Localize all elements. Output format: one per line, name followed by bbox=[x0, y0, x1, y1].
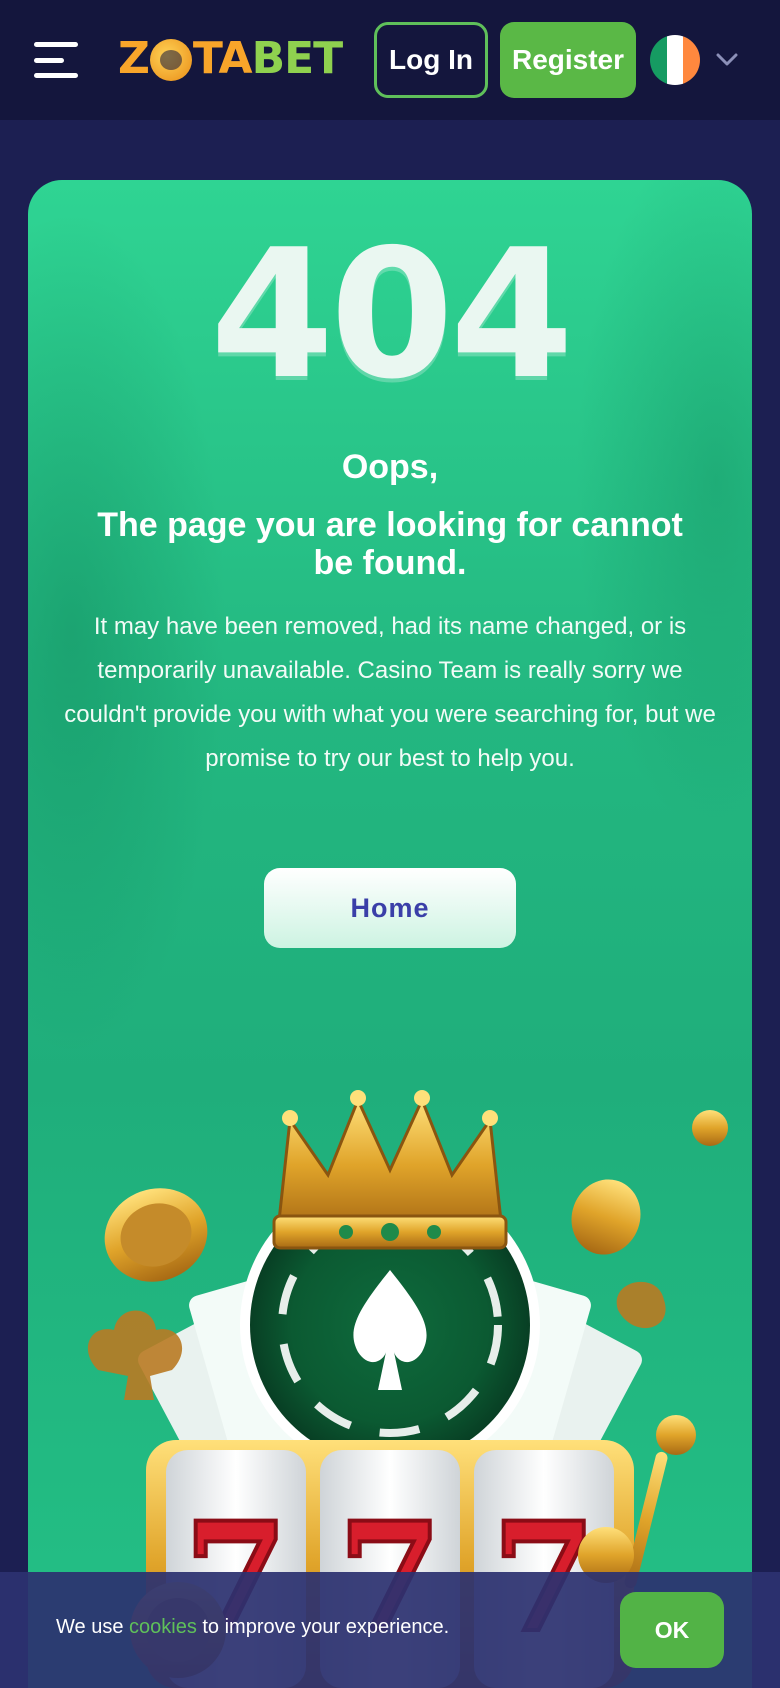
cookie-ok-button[interactable]: OK bbox=[620, 1592, 724, 1668]
ireland-flag-icon bbox=[650, 35, 700, 85]
register-button[interactable]: Register bbox=[500, 22, 636, 98]
error-code: 404 bbox=[210, 211, 574, 418]
cookies-link[interactable]: cookies bbox=[129, 1616, 197, 1638]
site-header: Z TA BET Log In Register bbox=[0, 0, 780, 120]
logo-coin-icon bbox=[149, 39, 192, 81]
error-headline: The page you are looking for cannot be f… bbox=[97, 506, 683, 582]
oops-heading: Oops, bbox=[341, 448, 439, 486]
cookie-text: We use cookies to improve your experienc… bbox=[56, 1616, 449, 1639]
logo-letters-z: Z bbox=[118, 33, 150, 84]
zotabet-logo[interactable]: Z TA BET bbox=[118, 33, 344, 84]
error-card: 404 Oops, The page you are looking for c… bbox=[28, 180, 752, 1688]
logo-letters-ta: TA bbox=[192, 33, 253, 84]
language-selector[interactable] bbox=[650, 34, 750, 86]
crown-icon bbox=[272, 1090, 508, 1250]
home-button[interactable]: Home bbox=[264, 868, 516, 948]
error-description: It may have been removed, had its name c… bbox=[64, 613, 716, 772]
chevron-down-icon bbox=[716, 53, 738, 66]
logo-letters-bet: BET bbox=[251, 33, 344, 84]
cookie-banner: We use cookies to improve your experienc… bbox=[0, 1572, 780, 1688]
login-button[interactable]: Log In bbox=[374, 22, 488, 98]
cookie-text-before: We use bbox=[56, 1616, 129, 1638]
cookie-text-after: to improve your experience. bbox=[196, 1616, 450, 1638]
menu-icon[interactable] bbox=[34, 42, 82, 78]
